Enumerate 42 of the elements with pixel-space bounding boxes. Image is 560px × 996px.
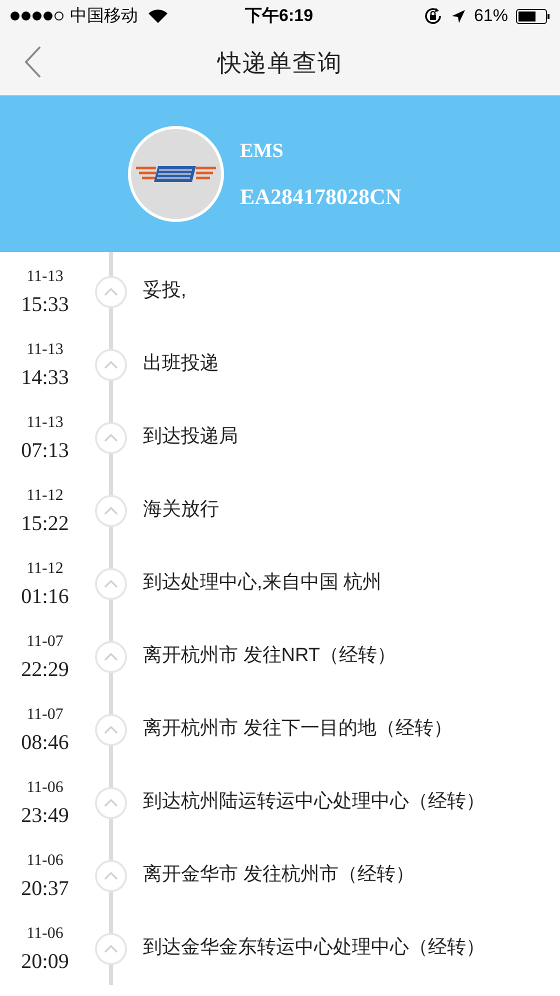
event-description: 到达杭州陆运转运中心处理中心（经转） — [143, 790, 485, 814]
event-date: 11-13 — [26, 342, 64, 358]
event-time: 20:09 — [21, 950, 69, 972]
event-description: 离开杭州市 发往下一目的地（经转） — [143, 717, 452, 742]
event-date: 11-07 — [26, 634, 64, 650]
event-time: 15:22 — [21, 512, 69, 534]
location-arrow-icon — [450, 8, 466, 24]
event-time: 08:46 — [21, 732, 69, 752]
event-description: 到达投递局 — [143, 425, 238, 450]
back-chevron-icon — [24, 46, 42, 78]
event-time: 01:16 — [21, 586, 69, 606]
wifi-icon — [148, 8, 168, 24]
event-date: 11-13 — [26, 414, 64, 430]
event-date: 11-07 — [26, 706, 64, 722]
courier-name: EMS — [240, 138, 284, 164]
battery-percent: 61% — [474, 5, 508, 28]
event-date: 11-12 — [26, 560, 64, 576]
carrier-name: 中国移动 — [70, 5, 138, 28]
event-date: 11-06 — [26, 926, 64, 942]
event-time: 15:33 — [21, 294, 69, 314]
page-title: 快递单查询 — [218, 48, 342, 78]
event-description: 离开杭州市 发往NRT（经转） — [143, 644, 396, 668]
event-date: 11-06 — [26, 780, 64, 796]
event-description: 出班投递 — [143, 352, 219, 376]
event-description: 到达金华金东转运中心处理中心（经转） — [143, 936, 485, 960]
tracking-number: EA284178028CN — [240, 182, 402, 210]
rotation-lock-icon — [422, 6, 443, 26]
event-time: 23:49 — [21, 804, 69, 826]
event-time: 14:33 — [21, 366, 69, 388]
event-description: 到达处理中心,来自中国 杭州 — [143, 571, 382, 596]
event-description: 妥投, — [143, 279, 186, 304]
signal-icon — [10, 10, 66, 22]
event-time: 20:37 — [21, 878, 69, 898]
battery-icon — [516, 8, 550, 24]
event-description: 海关放行 — [143, 498, 219, 522]
clock-time: 下午6:19 — [245, 5, 314, 28]
event-date: 11-06 — [26, 852, 64, 868]
event-date: 11-13 — [26, 268, 64, 284]
event-description: 离开金华市 发往杭州市（经转） — [143, 863, 414, 888]
event-date: 11-12 — [26, 488, 64, 504]
event-time: 07:13 — [21, 440, 69, 460]
event-time: 22:29 — [21, 658, 69, 680]
